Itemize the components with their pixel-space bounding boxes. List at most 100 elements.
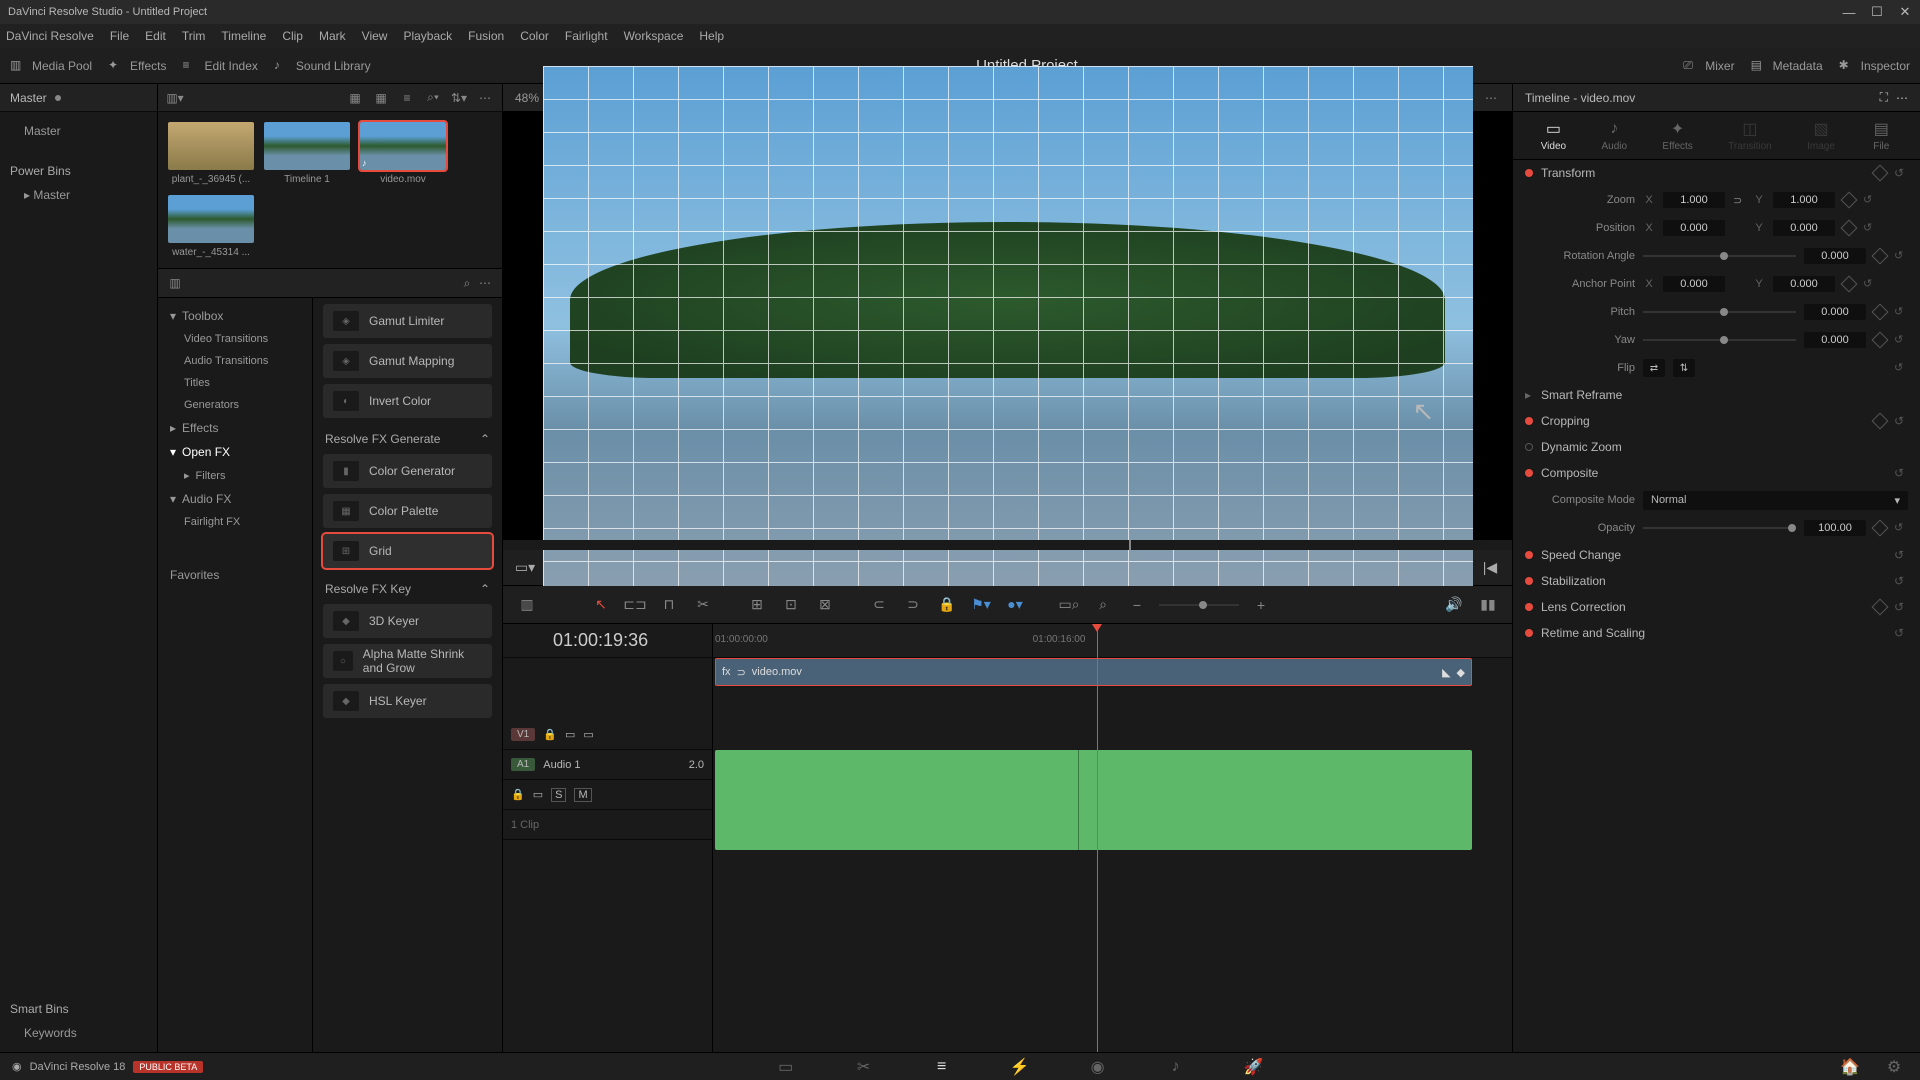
keyframe-button[interactable] [1841, 192, 1858, 209]
levels-icon[interactable]: ▮▮ [1476, 593, 1500, 617]
menu-workspace[interactable]: Workspace [624, 29, 684, 43]
tab-audio[interactable]: ♪Audio [1601, 120, 1627, 152]
page-color[interactable]: ◉ [1084, 1057, 1112, 1077]
reset-button[interactable]: ↺ [1894, 466, 1908, 480]
smart-bins-header[interactable]: Smart Bins [10, 1002, 147, 1016]
snap-tool[interactable]: ⊂ [867, 593, 891, 617]
menu-view[interactable]: View [362, 29, 388, 43]
keyframe-button[interactable] [1872, 599, 1889, 616]
keyframe-button[interactable] [1872, 248, 1889, 265]
flip-h-button[interactable]: ⇄ [1643, 359, 1665, 377]
edit-index-button[interactable]: ≡ Edit Index [183, 58, 258, 74]
fx-cat-toolbox[interactable]: ▾ Toolbox [158, 304, 312, 328]
clip-thumb[interactable]: Timeline 1 [264, 122, 350, 185]
fx-view-icon[interactable]: ▥ [166, 275, 184, 291]
step-back-button[interactable]: |◀ [1480, 558, 1500, 578]
track-a1-header[interactable]: A1 Audio 1 2.0 [503, 750, 712, 780]
reset-button[interactable]: ↺ [1894, 361, 1908, 375]
keyframe-button[interactable] [1872, 520, 1889, 537]
menu-playback[interactable]: Playback [403, 29, 452, 43]
bin-view-dropdown[interactable]: ▥▾ [166, 90, 184, 106]
reset-button[interactable]: ↺ [1894, 333, 1908, 347]
opacity-field[interactable]: 100.00 [1804, 520, 1866, 536]
page-fairlight[interactable]: ♪ [1162, 1057, 1190, 1077]
zoom-search-tool[interactable]: ▭⌕ [1057, 593, 1081, 617]
toggle-icon[interactable]: ▭ [583, 728, 593, 741]
keyframe-button[interactable] [1872, 165, 1889, 182]
keyframe-button[interactable] [1872, 304, 1889, 321]
opacity-slider[interactable] [1643, 527, 1796, 529]
pitch-field[interactable]: 0.000 [1804, 304, 1866, 320]
viewer-zoom[interactable]: 48% [515, 91, 539, 105]
auto-select-icon[interactable]: ▭ [565, 728, 575, 741]
zoom-fit-tool[interactable]: ⌕ [1091, 593, 1115, 617]
fx-item-hsl-keyer[interactable]: ◆HSL Keyer [323, 684, 492, 718]
sound-library-button[interactable]: ♪ Sound Library [274, 58, 371, 74]
fx-cat-video-transitions[interactable]: Video Transitions [158, 328, 312, 350]
menu-help[interactable]: Help [699, 29, 724, 43]
menu-timeline[interactable]: Timeline [221, 29, 266, 43]
audio-meter-icon[interactable]: 🔊 [1442, 593, 1466, 617]
dynamic-trim-tool[interactable]: ⊓ [657, 593, 681, 617]
reset-button[interactable]: ↺ [1894, 305, 1908, 319]
effects-button[interactable]: ✦ Effects [108, 58, 166, 74]
section-lens-correction[interactable]: Lens Correction↺ [1513, 594, 1920, 620]
power-bins-header[interactable]: Power Bins [10, 164, 147, 178]
page-cut[interactable]: ✂ [850, 1057, 878, 1077]
maximize-button[interactable]: ☐ [1870, 5, 1884, 19]
section-retime[interactable]: Retime and Scaling↺ [1513, 620, 1920, 646]
reset-button[interactable]: ↺ [1894, 626, 1908, 640]
fx-item-invert-color[interactable]: ◐Invert Color [323, 384, 492, 418]
view-metadata-icon[interactable]: ▦ [346, 90, 364, 106]
lock-tool[interactable]: 🔒 [935, 593, 959, 617]
reset-button[interactable]: ↺ [1863, 221, 1877, 235]
flip-v-button[interactable]: ⇅ [1673, 359, 1695, 377]
selection-tool[interactable]: ↖ [589, 593, 613, 617]
section-speed-change[interactable]: Speed Change↺ [1513, 542, 1920, 568]
options-icon[interactable]: ⋯ [476, 90, 494, 106]
clip-thumb-selected[interactable]: ♪ video.mov [360, 122, 446, 185]
fx-cat-openfx[interactable]: ▾ Open FX [158, 440, 312, 464]
tab-video[interactable]: ▭Video [1541, 120, 1566, 152]
menu-fairlight[interactable]: Fairlight [565, 29, 608, 43]
menu-file[interactable]: File [110, 29, 129, 43]
fx-cat-effects[interactable]: ▸ Effects [158, 416, 312, 440]
clip-keyframe-icon[interactable]: ◆ [1457, 666, 1465, 679]
composite-mode-dropdown[interactable]: Normal▾ [1643, 491, 1908, 510]
fx-cat-audiofx[interactable]: ▾ Audio FX [158, 487, 312, 511]
inspector-expand-icon[interactable]: ⛶ [1880, 90, 1888, 105]
menu-trim[interactable]: Trim [182, 29, 206, 43]
view-list-icon[interactable]: ≡ [398, 90, 416, 106]
section-transform[interactable]: Transform↺ [1513, 160, 1920, 186]
clip-fade-icon[interactable]: ◣ [1442, 666, 1450, 679]
keyframe-button[interactable] [1841, 220, 1858, 237]
page-media[interactable]: ▭ [772, 1057, 800, 1077]
viewer-options-icon[interactable]: ⋯ [1482, 90, 1500, 106]
reset-button[interactable]: ↺ [1894, 600, 1908, 614]
zoom-x-field[interactable]: 1.000 [1663, 192, 1725, 208]
metadata-button[interactable]: ▤ Metadata [1751, 58, 1823, 74]
menu-color[interactable]: Color [520, 29, 549, 43]
sort-icon[interactable]: ⇅▾ [450, 90, 468, 106]
position-y-field[interactable]: 0.000 [1773, 220, 1835, 236]
keyframe-button[interactable] [1872, 332, 1889, 349]
zoom-out-button[interactable]: − [1125, 593, 1149, 617]
fx-item-color-palette[interactable]: ▦Color Palette [323, 494, 492, 528]
yaw-field[interactable]: 0.000 [1804, 332, 1866, 348]
trim-tool[interactable]: ⊏⊐ [623, 593, 647, 617]
fx-cat-fairlightfx[interactable]: Fairlight FX [158, 511, 312, 533]
replace-tool[interactable]: ⊠ [813, 593, 837, 617]
timeline-tracks[interactable]: 01:00:00:00 01:00:16:00 fx ⊃ video.mov ◣… [713, 624, 1512, 1052]
fx-search-icon[interactable]: ⌕ [458, 275, 476, 291]
rotation-field[interactable]: 0.000 [1804, 248, 1866, 264]
overwrite-tool[interactable]: ⊡ [779, 593, 803, 617]
section-cropping[interactable]: Cropping↺ [1513, 408, 1920, 434]
video-clip[interactable]: fx ⊃ video.mov ◣ ◆ [715, 658, 1472, 686]
anchor-y-field[interactable]: 0.000 [1773, 276, 1835, 292]
tab-file[interactable]: ▤File [1870, 120, 1892, 152]
power-bin-master[interactable]: ▸ Master [10, 184, 147, 206]
menu-davinci[interactable]: DaVinci Resolve [6, 29, 94, 43]
reset-button[interactable]: ↺ [1894, 574, 1908, 588]
viewer[interactable]: ↖ [503, 112, 1512, 540]
settings-button[interactable]: ⚙ [1880, 1057, 1908, 1077]
